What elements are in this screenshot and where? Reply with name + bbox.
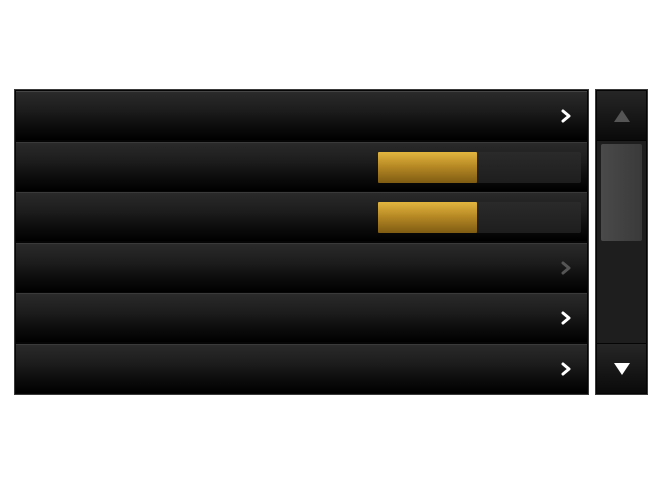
menu-item-1[interactable]: [16, 91, 587, 140]
scroll-track[interactable]: [597, 141, 646, 343]
vertical-scrollbar: [595, 89, 648, 395]
triangle-down-icon: [613, 362, 630, 375]
menu-item-4-disabled: [16, 242, 587, 292]
chevron-right-icon: [559, 308, 573, 328]
menu-item-2: [16, 141, 587, 191]
chevron-right-icon: [559, 359, 573, 379]
scroll-thumb[interactable]: [601, 144, 642, 241]
stage: [0, 0, 650, 480]
level-slider-1-fill: [378, 151, 478, 183]
level-slider-1[interactable]: [378, 151, 581, 183]
menu-list: [14, 89, 589, 395]
scroll-down-button[interactable]: [597, 344, 646, 393]
chevron-right-icon: [559, 258, 573, 278]
scroll-up-button[interactable]: [597, 91, 646, 140]
menu-item-3: [16, 192, 587, 242]
triangle-up-icon: [613, 109, 630, 122]
level-slider-2-fill: [378, 202, 478, 234]
chevron-right-icon: [559, 106, 573, 126]
menu-item-5[interactable]: [16, 293, 587, 343]
menu-item-6[interactable]: [16, 343, 587, 393]
level-slider-2[interactable]: [378, 202, 581, 234]
